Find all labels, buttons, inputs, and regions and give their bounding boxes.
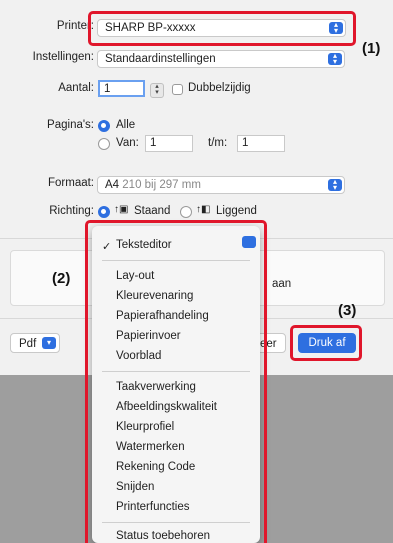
pages-to-label: t/m: — [208, 137, 228, 149]
orientation-label: Richting: — [49, 205, 94, 217]
pages-from-label: Van: — [116, 137, 139, 149]
pages-from-input[interactable]: 1 — [145, 135, 193, 152]
duplex-label: Dubbelzijdig — [188, 82, 251, 94]
callout-2: (2) — [52, 270, 71, 287]
pdf-button[interactable]: Pdf ▾ — [10, 333, 60, 353]
portrait-icon: ↑▣ — [114, 204, 129, 215]
duplex-checkbox[interactable] — [172, 84, 183, 95]
printer-highlight-box — [88, 11, 356, 46]
printer-label: Printer: — [56, 20, 94, 32]
format-dimensions: 210 bij 297 mm — [122, 179, 201, 191]
menu-highlight-box — [85, 220, 267, 543]
orientation-portrait-radio[interactable] — [98, 206, 110, 218]
print-highlight-box — [290, 325, 362, 361]
panel-partial-text: aan — [272, 278, 292, 290]
copies-input[interactable]: 1 — [98, 80, 145, 97]
format-label: Formaat: — [47, 177, 94, 189]
format-size: A4 — [105, 179, 120, 191]
landscape-icon: ↑◧ — [196, 204, 211, 215]
settings-label: Instellingen: — [32, 51, 94, 63]
pages-all-radio[interactable] — [98, 120, 110, 132]
settings-popup[interactable]: Standaardinstellingen ▴ ▾ — [97, 50, 345, 68]
chevron-updown-icon: ▴ ▾ — [328, 52, 342, 66]
copies-stepper[interactable]: ▴ ▾ — [150, 83, 164, 98]
pages-label: Pagina's: — [47, 119, 94, 131]
callout-1: (1) — [362, 40, 381, 57]
pages-all-label: Alle — [116, 119, 136, 131]
callout-3: (3) — [338, 302, 357, 319]
copies-label: Aantal: — [58, 82, 94, 94]
chevron-updown-icon: ▴ ▾ — [328, 178, 342, 192]
chevron-down-icon: ▾ — [42, 337, 56, 349]
settings-value: Standaardinstellingen — [105, 53, 216, 65]
pdf-label: Pdf — [19, 338, 37, 350]
orientation-portrait-label: Staand — [134, 205, 171, 217]
pages-to-input[interactable]: 1 — [237, 135, 285, 152]
orientation-landscape-label: Liggend — [216, 205, 257, 217]
pages-range-radio[interactable] — [98, 138, 110, 150]
format-popup[interactable]: A4 210 bij 297 mm ▴ ▾ — [97, 176, 345, 194]
orientation-landscape-radio[interactable] — [180, 206, 192, 218]
